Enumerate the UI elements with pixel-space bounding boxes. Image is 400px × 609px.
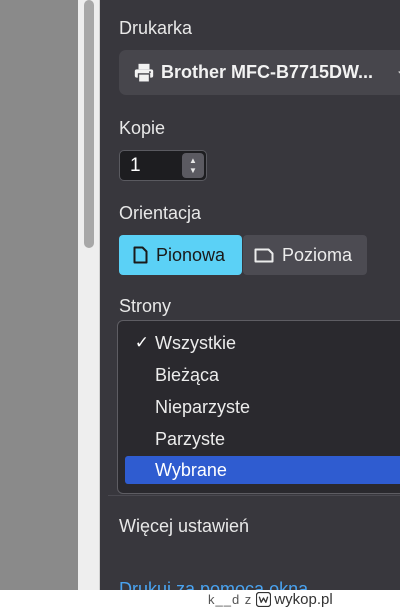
wykop-logo-icon (256, 592, 272, 607)
more-settings-button[interactable]: Więcej ustawień (119, 516, 249, 537)
stepper-buttons[interactable]: ▲ ▼ (182, 153, 204, 178)
chevron-down-icon: ⌄ (395, 60, 400, 80)
chevron-up-icon[interactable]: ▲ (189, 156, 197, 166)
orientation-label: Orientacja (119, 203, 202, 223)
copies-label: Kopie (119, 118, 166, 138)
pages-label: Strony (119, 296, 172, 316)
pages-option-even[interactable]: Parzyste (125, 425, 400, 453)
printer-select[interactable]: Brother MFC-B7715DW... ⌄ (119, 50, 400, 95)
print-settings-panel: Drukarka Brother MFC-B7715DW... ⌄ Kopie … (100, 0, 400, 599)
page-preview-area (0, 0, 78, 590)
portrait-page-icon (133, 246, 148, 264)
preview-scrollbar-thumb[interactable] (84, 0, 94, 248)
copies-stepper[interactable]: 1 ▲ ▼ (119, 150, 207, 181)
watermark-user: k__d z (208, 592, 253, 607)
pages-option-current[interactable]: Bieżąca (125, 361, 400, 389)
orientation-portrait-button[interactable]: Pionowa (119, 235, 242, 275)
pages-option-all[interactable]: ✓ Wszystkie (125, 329, 400, 357)
checkmark-icon: ✓ (134, 333, 149, 352)
orientation-portrait-label: Pionowa (156, 244, 226, 265)
orientation-landscape-label: Pozioma (282, 244, 353, 265)
printer-label: Drukarka (119, 18, 193, 38)
printer-name: Brother MFC-B7715DW... (161, 62, 374, 82)
orientation-landscape-button[interactable]: Pozioma (243, 235, 367, 275)
chevron-down-icon[interactable]: ▼ (189, 166, 197, 176)
printer-icon (134, 63, 154, 83)
pages-option-odd[interactable]: Nieparzyste (125, 393, 400, 421)
watermark-site: wykop.pl (274, 591, 333, 608)
pages-dropdown-menu[interactable]: ✓ Wszystkie Bieżąca Nieparzyste Parzyste… (117, 320, 400, 494)
section-divider (108, 495, 400, 496)
landscape-page-icon (254, 248, 274, 262)
copies-input[interactable]: 1 (130, 155, 141, 177)
watermark: k__d z wykop.pl (208, 590, 400, 609)
pages-option-selection[interactable]: Wybrane (125, 456, 400, 484)
